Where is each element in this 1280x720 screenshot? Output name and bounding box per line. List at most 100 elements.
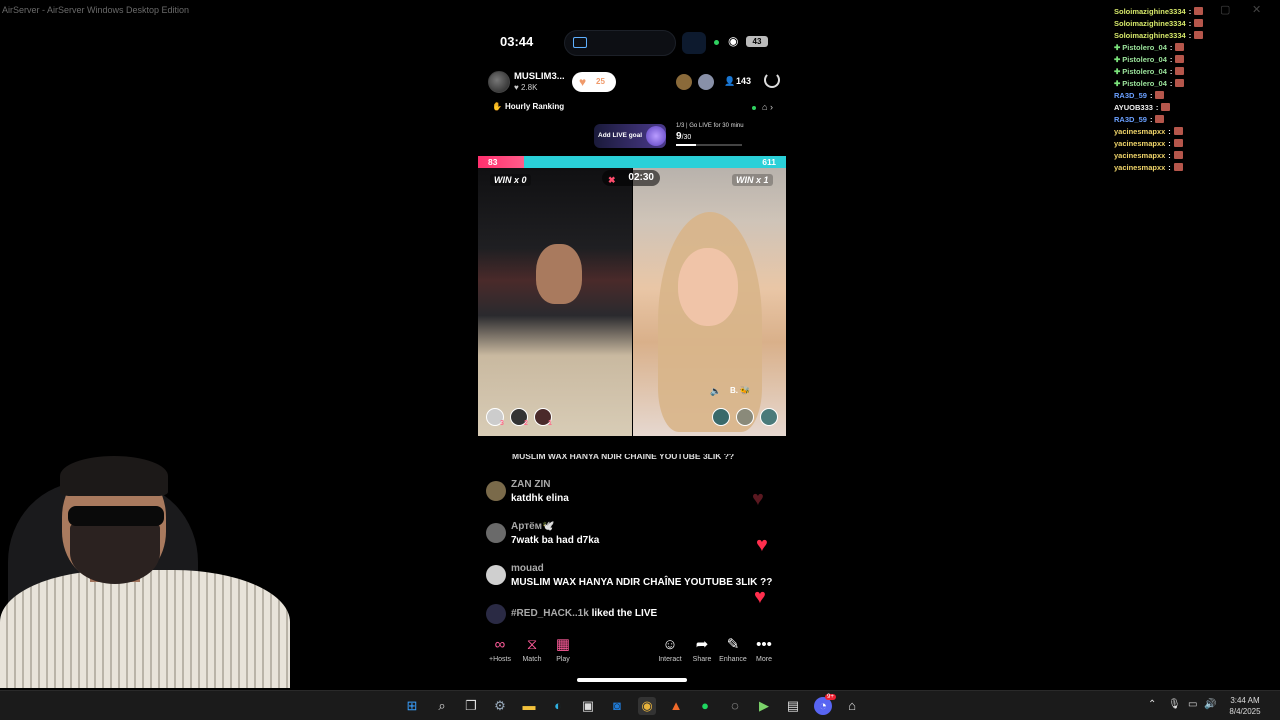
microphone-icon[interactable]: 🎙 xyxy=(1168,699,1181,710)
add-live-goal-button[interactable]: Add LIVE goal xyxy=(594,124,666,148)
screen-mirror-pill[interactable] xyxy=(564,30,676,56)
host-avatar[interactable] xyxy=(488,71,510,93)
chat-username[interactable]: AYUOB333 xyxy=(1114,103,1153,112)
emote-icon xyxy=(1175,55,1185,63)
chat-username[interactable]: yacinesmapxx xyxy=(1114,163,1165,172)
emote-icon xyxy=(1161,103,1171,111)
goal-orb-icon xyxy=(646,126,666,146)
chat-username[interactable]: yacinesmapxx xyxy=(1114,151,1165,160)
comment-user[interactable]: ZAN ZIN xyxy=(511,479,550,490)
chat-message: ✚ Pistolero_04: xyxy=(1114,65,1274,77)
hand-icon: ✋ xyxy=(492,102,502,111)
win-right-label: WIN xyxy=(736,175,754,185)
app-icon[interactable]: ▲ xyxy=(667,697,685,715)
app-icon[interactable]: ▶ xyxy=(755,697,773,715)
comment-user[interactable]: Артём🕊️ xyxy=(511,521,555,532)
play-label: Play xyxy=(556,656,570,663)
chevron-up-icon[interactable]: ⌃ xyxy=(1148,699,1156,710)
chat-username[interactable]: Soloimazighine3334 xyxy=(1114,19,1186,28)
liked-user[interactable]: #RED_HACK..1k xyxy=(511,608,589,619)
app-icon[interactable]: ◌ xyxy=(726,697,744,715)
emote-icon xyxy=(1194,31,1204,39)
edge-icon[interactable]: ◐ xyxy=(549,697,567,715)
outlook-icon[interactable]: ◙ xyxy=(608,697,626,715)
host-name[interactable]: MUSLIM3... xyxy=(514,71,565,82)
host-face xyxy=(536,244,582,304)
hourly-ranking[interactable]: ✋ Hourly Ranking xyxy=(492,102,564,111)
clock-time: 3:44 AM xyxy=(1230,696,1260,705)
home-indicator[interactable] xyxy=(577,678,687,682)
chat-username[interactable]: RA3D_59 xyxy=(1114,115,1147,124)
top-viewer-avatar[interactable] xyxy=(676,74,692,90)
discord-badge: 9+ xyxy=(825,694,836,700)
opponent-gifter-avatar[interactable] xyxy=(736,408,754,426)
badge-icon: ✚ xyxy=(1114,66,1121,76)
mirror-indicator-icon[interactable] xyxy=(682,32,706,54)
chat-separator: : xyxy=(1169,54,1173,64)
windows-start-icon[interactable]: ⊞ xyxy=(403,697,421,715)
task-view-icon[interactable]: ❐ xyxy=(462,697,480,715)
chat-username[interactable]: RA3D_59 xyxy=(1114,91,1147,100)
status-time: 03:44 xyxy=(500,34,534,49)
chat-username[interactable]: Soloimazighine3334 xyxy=(1114,31,1186,40)
network-icon[interactable]: ▭ xyxy=(1188,699,1197,710)
chat-username[interactable]: Soloimazighine3334 xyxy=(1114,7,1186,16)
chat-username[interactable]: yacinesmapxx xyxy=(1114,127,1165,136)
settings-icon[interactable]: ⚙ xyxy=(491,697,509,715)
chat-username[interactable]: Pistolero_04 xyxy=(1122,55,1167,64)
store-icon[interactable]: ▣ xyxy=(579,697,597,715)
score-bar-left xyxy=(478,156,524,168)
opponent-gifter-avatar[interactable] xyxy=(760,408,778,426)
comment-avatar[interactable] xyxy=(486,565,506,585)
live-goal-progress[interactable]: 1/3 | Go LIVE for 30 minu 9/30 xyxy=(676,123,772,151)
badge-icon: ✚ xyxy=(1114,54,1121,64)
comment-avatar[interactable] xyxy=(486,481,506,501)
floating-heart-icon: ♥ xyxy=(752,488,764,510)
follow-button[interactable]: ♥ 25 xyxy=(572,72,616,92)
score-left: 83 xyxy=(488,157,498,167)
emote-icon xyxy=(1173,139,1183,147)
chat-username[interactable]: Pistolero_04 xyxy=(1122,67,1167,76)
play-button[interactable]: ▦ Play xyxy=(543,636,583,663)
chat-username[interactable]: Pistolero_04 xyxy=(1122,43,1167,52)
host-likes: ♥ 2.8K xyxy=(514,83,538,92)
opponent-gifter-avatar[interactable] xyxy=(712,408,730,426)
top-viewer-avatar[interactable] xyxy=(698,74,714,90)
goal-progress-label: 1/3 | Go LIVE for 30 minu xyxy=(676,123,744,129)
end-live-icon[interactable] xyxy=(764,72,780,88)
gifter-rank: 2 xyxy=(524,420,528,427)
webcam-overlay xyxy=(0,452,300,688)
more-icon: ••• xyxy=(756,636,772,653)
ranking-controls[interactable]: ⌂ › xyxy=(752,102,773,112)
home-icon[interactable]: ⌂ xyxy=(762,102,767,112)
more-button[interactable]: ••• More xyxy=(744,636,784,663)
system-clock[interactable]: 3:44 AM 8/4/2025 xyxy=(1222,695,1268,717)
search-icon[interactable]: ⌕ xyxy=(433,697,451,715)
file-explorer-icon[interactable]: ▬ xyxy=(520,697,538,715)
emote-icon xyxy=(1155,91,1165,99)
chat-username[interactable]: Pistolero_04 xyxy=(1122,79,1167,88)
comment-user[interactable]: mouad xyxy=(511,563,544,574)
chrome-icon[interactable]: ◉ xyxy=(638,697,656,715)
volume-icon[interactable]: 🔊 xyxy=(1204,699,1216,710)
chat-username[interactable]: yacinesmapxx xyxy=(1114,139,1165,148)
comment-partial: MUSLIM WAX HANYA NDIR CHAÎNE YOUTUBE 3LI… xyxy=(512,454,735,461)
chevron-right-icon[interactable]: › xyxy=(770,102,773,112)
emote-icon xyxy=(1175,79,1185,87)
comment-avatar[interactable] xyxy=(486,523,506,543)
badge-icon: ✚ xyxy=(1114,78,1121,88)
opponent-name[interactable]: B. 🐝 xyxy=(730,386,750,395)
comment-text: 7watk ba had d7ka xyxy=(511,535,600,546)
chat-separator: : xyxy=(1188,18,1192,28)
comment-text: katdhk elina xyxy=(511,493,569,504)
viewer-count[interactable]: 143 xyxy=(736,76,751,86)
spotify-icon[interactable]: ● xyxy=(696,697,714,715)
liked-avatar[interactable] xyxy=(486,604,506,624)
app-window-icon[interactable]: ▤ xyxy=(784,697,802,715)
wifi-icon: ◉ xyxy=(728,34,739,48)
app-icon[interactable]: ⌂ xyxy=(843,697,861,715)
emote-icon xyxy=(1194,7,1204,15)
online-dot-icon xyxy=(752,105,756,110)
clock-date: 8/4/2025 xyxy=(1229,707,1261,716)
speaker-icon[interactable]: 🔈 xyxy=(710,386,721,397)
